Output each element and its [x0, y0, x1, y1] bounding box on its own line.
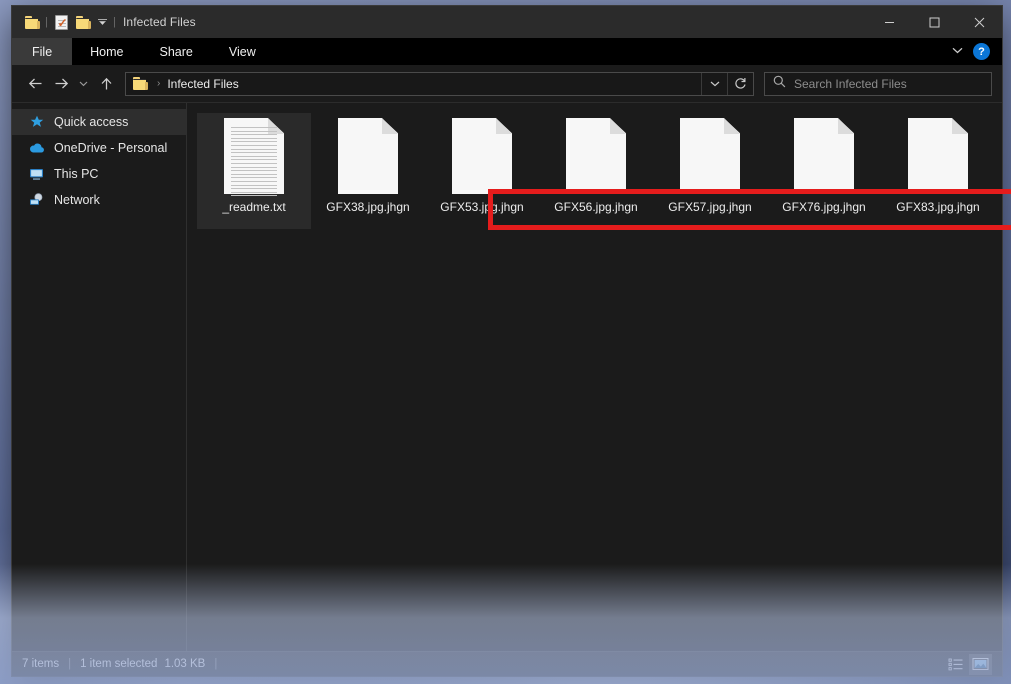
title-bar: ✓ Infected Files [12, 6, 1002, 38]
tab-home[interactable]: Home [72, 38, 141, 65]
navigation-pane: Quick access OneDrive - Personal This PC [12, 103, 187, 651]
breadcrumb-separator: › [157, 78, 161, 89]
status-separator-2: | [214, 658, 218, 670]
window-title: Infected Files [123, 15, 196, 29]
cloud-icon [28, 140, 45, 157]
file-name-gfx76: GFX76.jpg.jhgn [782, 200, 866, 214]
file-name-readme: _readme.txt [222, 200, 286, 214]
file-tile-gfx76[interactable]: GFX76.jpg.jhgn [767, 113, 881, 229]
network-icon [28, 192, 45, 209]
file-name-gfx83: GFX83.jpg.jhgn [896, 200, 980, 214]
file-tile-gfx57[interactable]: GFX57.jpg.jhgn [653, 113, 767, 229]
tab-file[interactable]: File [12, 38, 73, 65]
sidebar-item-label-quick-access: Quick access [54, 115, 129, 129]
chevron-down-icon-ribbon[interactable] [952, 46, 963, 57]
breadcrumb-path[interactable]: Infected Files [167, 77, 238, 91]
large-icons-view-button[interactable] [969, 653, 992, 675]
status-selection: 1 item selected [80, 658, 158, 670]
desktop-wallpaper: ✓ Infected Files [0, 0, 1011, 684]
file-explorer-window: ✓ Infected Files [12, 6, 1011, 676]
status-separator-1: | [68, 658, 72, 670]
navigation-bar: › Infected Files Search Infected Files [12, 65, 1002, 102]
file-list-pane[interactable]: _readme.txt GFX38.jpg.jhgn GFX53.jpg.jhg… [187, 103, 1011, 651]
ribbon-right-controls: ? [952, 38, 1002, 65]
sidebar-item-label-onedrive: OneDrive - Personal [54, 141, 168, 155]
status-bar: 7 items | 1 item selected 1.03 KB | [12, 651, 1002, 676]
sidebar-item-onedrive[interactable]: OneDrive - Personal [12, 135, 186, 161]
tab-share[interactable]: Share [142, 38, 211, 65]
breadcrumb-folder-icon [133, 77, 148, 90]
text-document-icon [224, 118, 284, 197]
quick-access-toolbar: ✓ [12, 11, 118, 33]
address-bar[interactable]: › Infected Files [125, 71, 754, 96]
explorer-body: Quick access OneDrive - Personal This PC [12, 102, 1011, 651]
maximize-button[interactable] [912, 6, 957, 38]
search-icon [773, 75, 786, 93]
search-input[interactable]: Search Infected Files [794, 77, 907, 91]
folder-icon[interactable] [21, 11, 43, 33]
blank-document-icon [680, 118, 740, 194]
search-box[interactable]: Search Infected Files [764, 71, 992, 96]
file-name-gfx57: GFX57.jpg.jhgn [668, 200, 752, 214]
file-tile-gfx83[interactable]: GFX83.jpg.jhgn [881, 113, 995, 229]
blank-document-icon [908, 118, 968, 194]
blank-document-icon [566, 118, 626, 194]
tab-view[interactable]: View [211, 38, 274, 65]
blank-document-icon [338, 118, 398, 194]
forward-button[interactable] [48, 71, 74, 97]
file-name-gfx53: GFX53.jpg.jhgn [440, 200, 524, 214]
toolbar-separator [43, 16, 50, 29]
up-button[interactable] [93, 71, 119, 97]
file-name-gfx38: GFX38.jpg.jhgn [326, 200, 410, 214]
file-tile-gfx56[interactable]: GFX56.jpg.jhgn [539, 113, 653, 229]
file-tile-gfx53[interactable]: GFX53.jpg.jhgn [425, 113, 539, 229]
breadcrumb[interactable]: › Infected Files [126, 77, 701, 91]
chevron-down-icon[interactable] [94, 11, 111, 33]
view-mode-buttons [944, 653, 992, 675]
star-icon [28, 114, 45, 131]
blank-document-icon [452, 118, 512, 194]
help-icon[interactable]: ? [973, 43, 990, 60]
sidebar-item-network[interactable]: Network [12, 187, 186, 213]
new-folder-icon[interactable] [72, 11, 94, 33]
status-size: 1.03 KB [164, 658, 206, 670]
sidebar-item-label-this-pc: This PC [54, 167, 99, 181]
close-button[interactable] [957, 6, 1002, 38]
sidebar-item-label-network: Network [54, 193, 100, 207]
file-tile-gfx38[interactable]: GFX38.jpg.jhgn [311, 113, 425, 229]
blank-document-icon [794, 118, 854, 194]
monitor-icon [28, 166, 45, 183]
address-bar-tools [701, 72, 753, 95]
sidebar-item-quick-access[interactable]: Quick access [12, 109, 186, 135]
toolbar-separator-2 [111, 16, 118, 29]
file-name-gfx56: GFX56.jpg.jhgn [554, 200, 638, 214]
properties-icon[interactable]: ✓ [50, 11, 72, 33]
file-tile-readme[interactable]: _readme.txt [197, 113, 311, 229]
details-view-button[interactable] [944, 654, 967, 675]
back-button[interactable] [22, 71, 48, 97]
status-item-count: 7 items [22, 658, 60, 670]
file-grid: _readme.txt GFX38.jpg.jhgn GFX53.jpg.jhg… [197, 113, 1002, 229]
minimize-button[interactable] [867, 6, 912, 38]
address-dropdown-icon[interactable] [701, 72, 727, 95]
window-controls [867, 6, 1002, 38]
sidebar-item-this-pc[interactable]: This PC [12, 161, 186, 187]
ribbon-spacer [274, 38, 952, 65]
ribbon-tab-bar: File Home Share View ? [12, 38, 1002, 65]
refresh-icon[interactable] [727, 72, 753, 95]
recent-locations-icon[interactable] [74, 71, 93, 97]
